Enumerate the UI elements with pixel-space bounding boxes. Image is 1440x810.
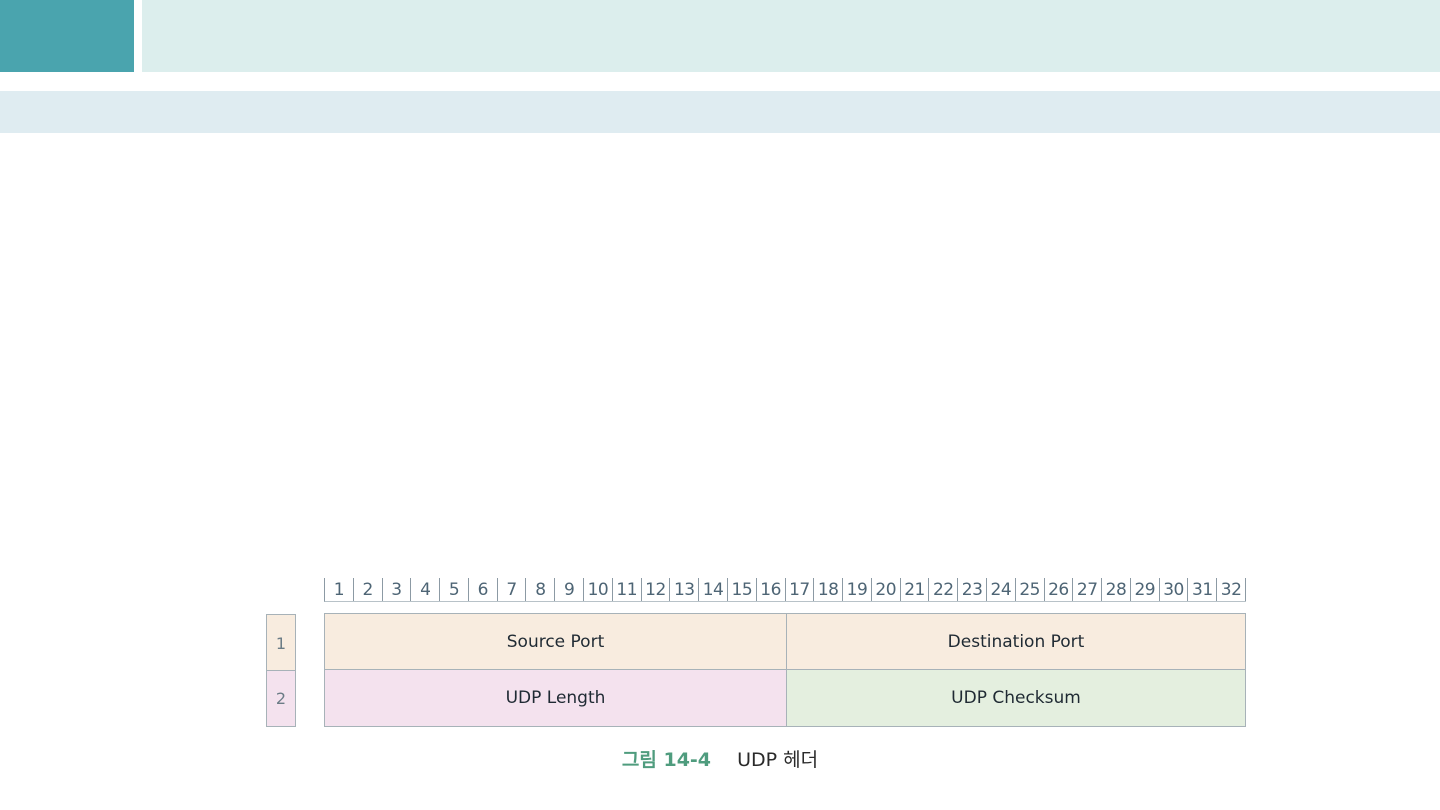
- bit-label: 31: [1188, 578, 1218, 601]
- bit-label: 20: [872, 578, 901, 601]
- bit-label: 5: [440, 578, 469, 601]
- bit-label: 26: [1045, 578, 1074, 601]
- bit-label: 9: [555, 578, 585, 601]
- bit-label: 23: [958, 578, 987, 601]
- bit-label: 12: [642, 578, 671, 601]
- bit-label: 19: [843, 578, 872, 601]
- bit-label: 18: [814, 578, 844, 601]
- bit-label: 21: [901, 578, 930, 601]
- row-number-1: 1: [266, 614, 296, 671]
- bit-label: 22: [929, 578, 959, 601]
- figure-caption-label: 그림 14-4: [621, 749, 712, 771]
- bit-label: 4: [411, 578, 441, 601]
- bit-label: 10: [584, 578, 613, 601]
- field-udp-checksum: UDP Checksum: [787, 670, 1245, 726]
- bit-label: 16: [757, 578, 786, 601]
- bit-label: 7: [498, 578, 527, 601]
- bit-label: 14: [699, 578, 728, 601]
- bit-label: 11: [613, 578, 642, 601]
- slide: 1 2 3 4 5 6 7 8 9 10 11 12 13 14 15 16 17 18 19 20 21 22 23 24 2…: [0, 0, 1440, 810]
- bit-label: 3: [383, 578, 412, 601]
- row-number-2: 2: [266, 670, 296, 727]
- bit-label: 24: [987, 578, 1016, 601]
- bit-label: 32: [1217, 578, 1246, 601]
- field-source-port: Source Port: [325, 614, 787, 670]
- bit-label: 2: [354, 578, 383, 601]
- figure-caption: 그림 14-4 UDP 헤더: [0, 745, 1440, 772]
- figure-caption-text: UDP 헤더: [737, 749, 819, 771]
- subheader-bar: [0, 91, 1440, 133]
- udp-header-table: Source Port Destination Port UDP Length …: [324, 613, 1246, 727]
- bit-label: 1: [325, 578, 354, 601]
- bit-label: 15: [728, 578, 757, 601]
- bit-label: 6: [469, 578, 498, 601]
- bit-label: 29: [1131, 578, 1160, 601]
- bit-label: 8: [526, 578, 556, 601]
- header-bar: [142, 0, 1440, 72]
- bit-label: 17: [786, 578, 815, 601]
- bit-label: 27: [1073, 578, 1103, 601]
- field-destination-port: Destination Port: [787, 614, 1245, 670]
- bit-ruler: 1 2 3 4 5 6 7 8 9 10 11 12 13 14 15 16 17 18 19 20 21 22 23 24 2…: [324, 578, 1246, 602]
- bit-label: 13: [670, 578, 700, 601]
- field-udp-length: UDP Length: [325, 670, 787, 726]
- bit-label: 28: [1102, 578, 1131, 601]
- bit-label: 25: [1016, 578, 1045, 601]
- header-accent-block: [0, 0, 134, 72]
- bit-label: 30: [1160, 578, 1189, 601]
